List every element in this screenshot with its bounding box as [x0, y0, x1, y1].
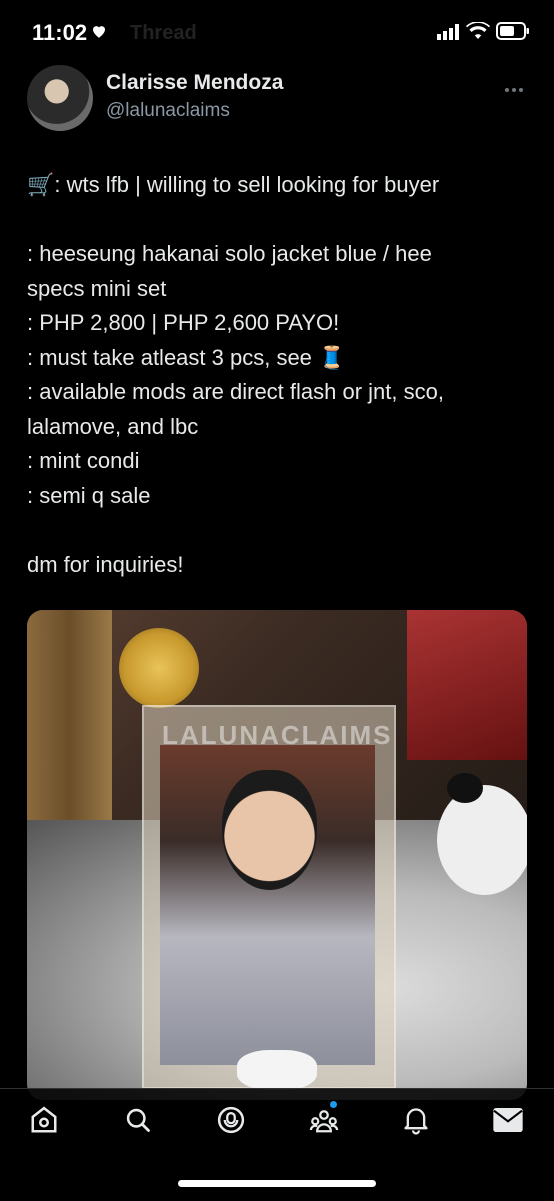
tweet-line-blank [27, 513, 527, 548]
faded-header-title: Thread [130, 22, 197, 44]
tweet-line[interactable]: : must take atleast 3 pcs, see 🧵 [27, 341, 527, 376]
tweet-line: : semi q sale [27, 482, 151, 508]
communities-badge-dot [330, 1101, 337, 1108]
tweet-line: : available mods are direct flash or jnt… [27, 379, 444, 404]
tweet-line: : heeseung hakanai solo jacket blue / he… [27, 241, 432, 266]
tweet-line-blank [27, 203, 527, 238]
author-display-name[interactable]: Clarisse Mendoza [106, 71, 283, 95]
photocard-face [222, 770, 317, 890]
spaces-icon[interactable] [214, 1103, 248, 1137]
photo-panda-plush [437, 773, 527, 895]
battery-icon [496, 22, 530, 45]
author-handle[interactable]: @lalunaclaims [106, 100, 230, 122]
cellular-signal-icon [437, 24, 461, 45]
messages-icon[interactable] [491, 1103, 525, 1137]
tweet-line: : mint condi [27, 448, 140, 473]
tweet-line: lalamove, and lbc [27, 413, 199, 439]
tweet-text: 🛒: wts lfb | willing to sell looking for… [27, 168, 527, 582]
tweet-line: dm for inquiries! [27, 551, 184, 577]
communities-icon[interactable] [307, 1103, 341, 1137]
home-icon[interactable] [27, 1103, 61, 1137]
photo-red-cloth [407, 610, 527, 760]
wifi-icon [466, 21, 490, 45]
status-bar: 11:02 Thread [0, 0, 554, 64]
notifications-icon[interactable] [399, 1103, 433, 1137]
home-indicator[interactable] [178, 1180, 376, 1187]
tweet-media-image[interactable]: LALUNACLAIMS [27, 610, 527, 1100]
avatar[interactable] [27, 65, 93, 131]
media-watermark: LALUNACLAIMS [162, 720, 393, 750]
status-time: 11:02 [32, 20, 88, 45]
photo-dried-flower [119, 628, 199, 708]
more-options-icon[interactable] [504, 80, 524, 98]
tweet-line: specs mini set [27, 275, 167, 301]
heart-icon [90, 22, 108, 45]
tweet-line: 🛒: wts lfb | willing to sell looking for… [27, 172, 440, 197]
search-icon[interactable] [121, 1103, 155, 1137]
tweet-line: : PHP 2,800 | PHP 2,600 PAYO! [27, 310, 340, 335]
photo-cow-figure [237, 1050, 317, 1090]
